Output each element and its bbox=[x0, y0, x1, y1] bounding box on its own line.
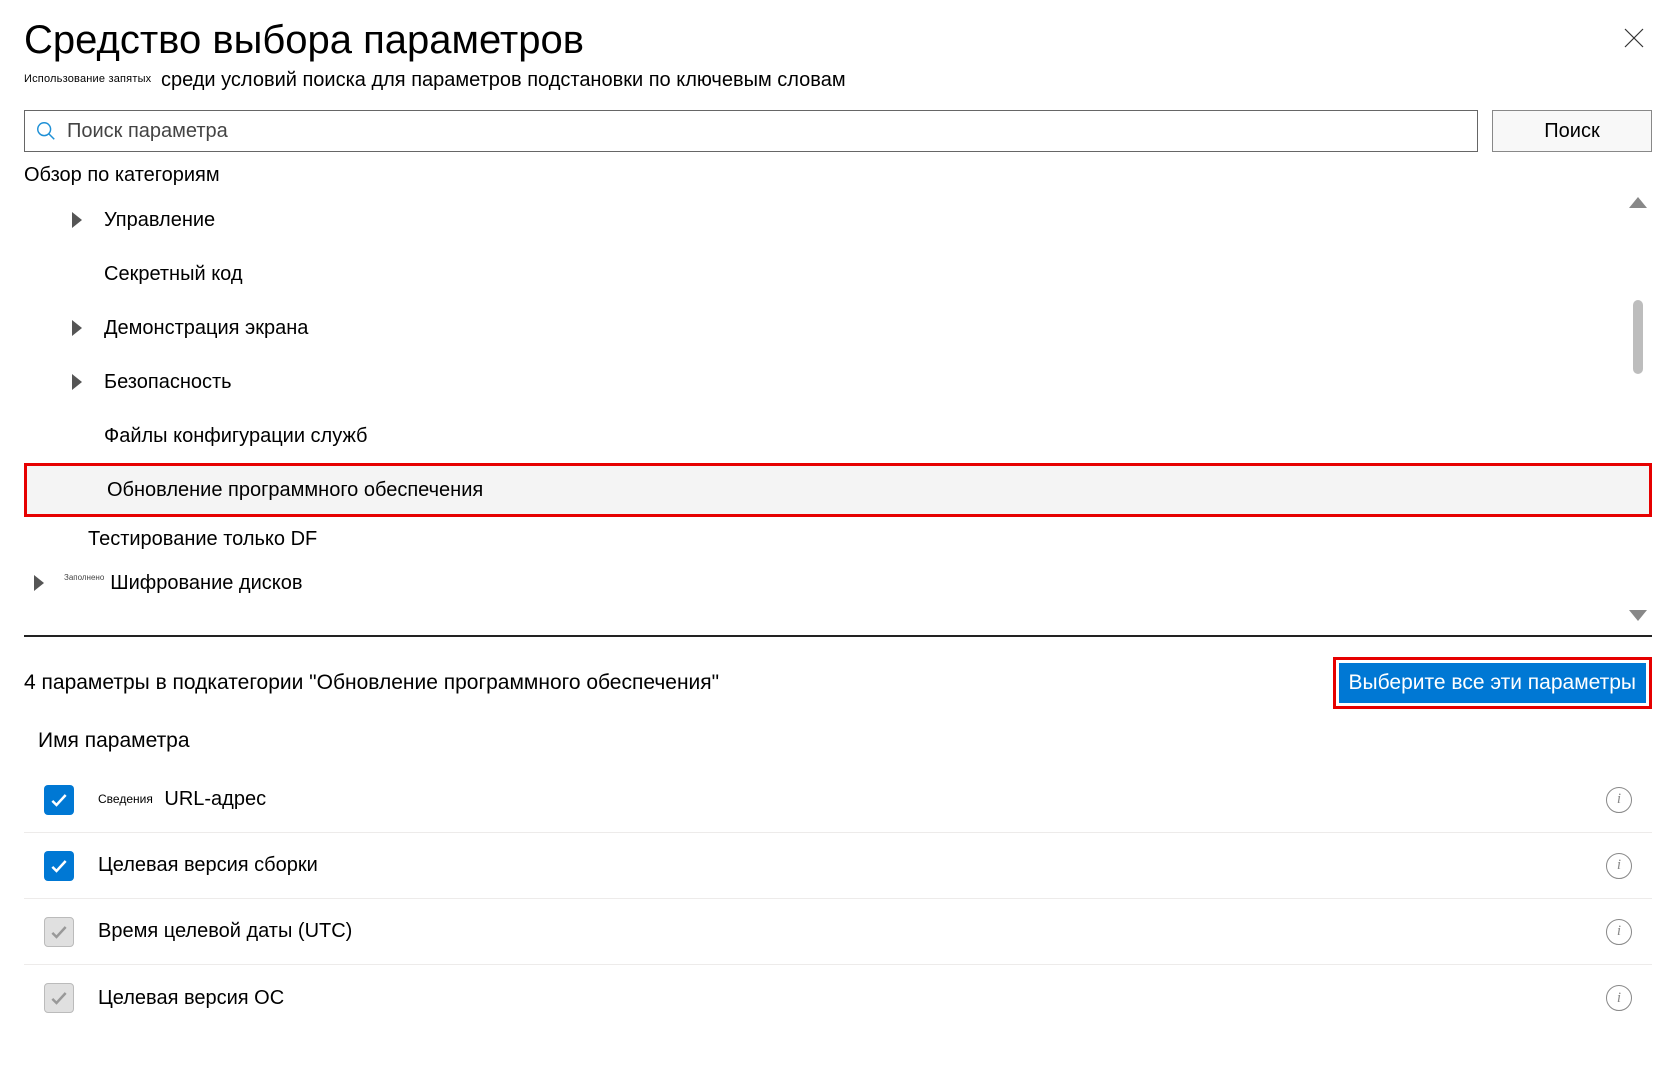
parameter-name: URL-адрес bbox=[164, 788, 266, 810]
parameter-label: Целевая версия ОС bbox=[98, 987, 1606, 1010]
tree-item[interactable]: Секретный код bbox=[24, 247, 1652, 301]
tree-item-badge: Заполнено bbox=[64, 573, 104, 582]
subtitle-rest: среди условий поиска для параметров подс… bbox=[161, 69, 846, 91]
category-tree: Управление Секретный код Демонстрация эк… bbox=[24, 193, 1652, 625]
scroll-thumb[interactable] bbox=[1633, 300, 1643, 374]
parameter-label: Целевая версия сборки bbox=[98, 854, 1606, 877]
close-icon bbox=[1622, 26, 1646, 50]
parameter-row[interactable]: Целевая версия сборки i bbox=[24, 833, 1652, 899]
tree-item-label: Управление bbox=[102, 209, 215, 232]
search-row: Поиск bbox=[24, 110, 1652, 152]
checkbox-unchecked[interactable] bbox=[44, 983, 74, 1013]
info-icon[interactable]: i bbox=[1606, 853, 1632, 879]
search-input[interactable] bbox=[67, 120, 1467, 143]
parameter-label: Время целевой даты (UTC) bbox=[98, 920, 1606, 943]
check-icon bbox=[49, 922, 69, 942]
info-icon[interactable]: i bbox=[1606, 985, 1632, 1011]
tree-item[interactable]: Безопасность bbox=[24, 355, 1652, 409]
info-icon[interactable]: i bbox=[1606, 919, 1632, 945]
tree-item[interactable]: Заполнено Шифрование дисков bbox=[24, 561, 1652, 605]
tree-item-label: Шифрование дисков bbox=[108, 572, 302, 595]
tree-item[interactable]: Демонстрация экрана bbox=[24, 301, 1652, 355]
tree-item-selected[interactable]: Обновление программного обеспечения bbox=[24, 463, 1652, 517]
chevron-right-icon bbox=[72, 374, 82, 390]
scroll-track[interactable] bbox=[1633, 214, 1643, 604]
tree-scrollbar[interactable] bbox=[1626, 193, 1650, 625]
tree-item-label: Секретный код bbox=[102, 263, 243, 286]
search-box[interactable] bbox=[24, 110, 1478, 152]
checkbox-checked[interactable] bbox=[44, 851, 74, 881]
chevron-right-icon bbox=[34, 575, 44, 591]
select-all-highlight: Выберите все эти параметры bbox=[1333, 657, 1652, 709]
check-icon bbox=[49, 856, 69, 876]
chevron-right-icon bbox=[72, 212, 82, 228]
section-divider bbox=[24, 635, 1652, 637]
close-button[interactable] bbox=[1620, 24, 1648, 52]
parameter-row[interactable]: Время целевой даты (UTC) i bbox=[24, 899, 1652, 965]
tree-item[interactable]: Управление bbox=[24, 193, 1652, 247]
tree-item[interactable]: Тестирование только DF bbox=[24, 517, 1652, 561]
modal-title: Средство выбора параметров bbox=[24, 18, 584, 63]
parameters-list: Сведения URL-адрес i Целевая версия сбор… bbox=[24, 767, 1652, 1031]
parameter-name: Время целевой даты (UTC) bbox=[98, 920, 352, 942]
subtitle-prefix: Использование запятых bbox=[24, 73, 151, 85]
tree-item-label: Демонстрация экрана bbox=[102, 317, 308, 340]
check-icon bbox=[49, 790, 69, 810]
tree-item-label: Безопасность bbox=[102, 371, 232, 394]
tree-item[interactable]: Файлы конфигурации служб bbox=[24, 409, 1652, 463]
parameter-prefix: Сведения bbox=[98, 792, 153, 806]
tree-item-label: Тестирование только DF bbox=[86, 528, 317, 551]
parameter-name: Целевая версия ОС bbox=[98, 987, 284, 1009]
check-icon bbox=[49, 988, 69, 1008]
header-row: Средство выбора параметров bbox=[24, 18, 1652, 63]
parameter-row[interactable]: Сведения URL-адрес i bbox=[24, 767, 1652, 833]
checkbox-unchecked[interactable] bbox=[44, 917, 74, 947]
scroll-up-icon[interactable] bbox=[1629, 197, 1647, 208]
results-summary: 4 параметры в подкатегории "Обновление п… bbox=[24, 671, 719, 695]
results-header-row: 4 параметры в подкатегории "Обновление п… bbox=[24, 655, 1652, 711]
info-icon[interactable]: i bbox=[1606, 787, 1632, 813]
subtitle: Использование запятых среди условий поис… bbox=[24, 69, 1652, 92]
tree-item-label: Обновление программного обеспечения bbox=[105, 479, 483, 502]
search-icon bbox=[35, 120, 57, 142]
tree-item-label: Файлы конфигурации служб bbox=[102, 425, 368, 448]
parameters-column-header: Имя параметра bbox=[38, 729, 1652, 753]
scroll-down-icon[interactable] bbox=[1629, 610, 1647, 621]
parameter-label: Сведения URL-адрес bbox=[98, 788, 1606, 811]
search-button[interactable]: Поиск bbox=[1492, 110, 1652, 152]
browse-heading: Обзор по категориям bbox=[24, 164, 1652, 187]
checkbox-checked[interactable] bbox=[44, 785, 74, 815]
parameter-name: Целевая версия сборки bbox=[98, 854, 318, 876]
chevron-right-icon bbox=[72, 320, 82, 336]
select-all-button[interactable]: Выберите все эти параметры bbox=[1339, 663, 1646, 703]
parameter-row[interactable]: Целевая версия ОС i bbox=[24, 965, 1652, 1031]
